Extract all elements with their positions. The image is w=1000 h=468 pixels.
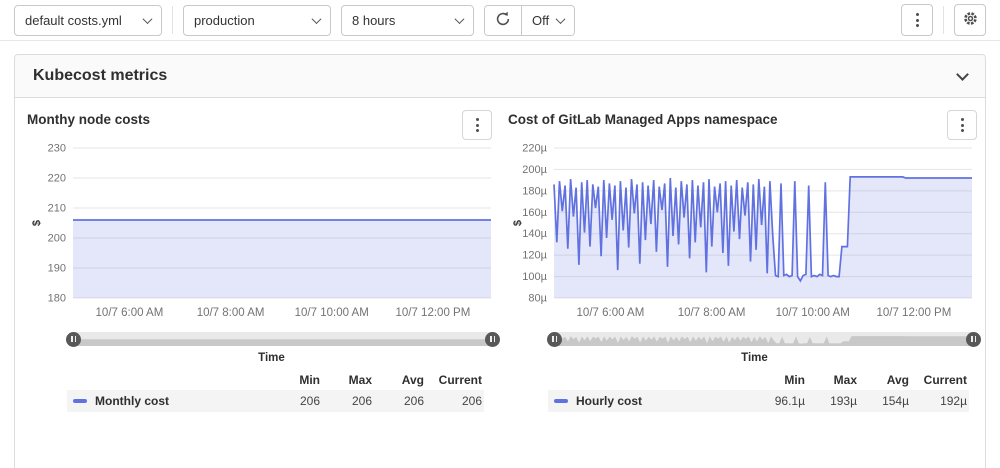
svg-text:$: $ — [512, 220, 524, 226]
series-color-swatch — [554, 399, 568, 403]
legend-col-header: Current — [909, 373, 969, 387]
toolbar-divider — [172, 6, 173, 34]
series-label: Monthly cost — [95, 394, 169, 408]
svg-text:10/7 6:00 AM: 10/7 6:00 AM — [96, 307, 164, 319]
svg-text:220: 220 — [48, 173, 66, 185]
legend-col-header: Max — [320, 373, 372, 387]
kebab-menu-icon — [961, 118, 964, 132]
gear-icon — [962, 10, 979, 30]
series-label: Hourly cost — [576, 394, 642, 408]
chart-title: Cost of GitLab Managed Apps namespace — [508, 110, 778, 127]
time-range-select-value: 8 hours — [352, 13, 395, 28]
chart-legend: MinMaxAvgCurrent Hourly cost 96.1µ193µ154µ… — [548, 370, 969, 412]
svg-text:10/7 6:00 AM: 10/7 6:00 AM — [577, 307, 645, 319]
managed-apps-cost-chart[interactable]: 220µ 200µ 180µ 160µ 140µ 120µ 100µ 80µ $10/7 6:0… — [508, 142, 978, 330]
svg-text:160µ: 160µ — [522, 207, 547, 219]
slider-handle-left[interactable] — [547, 332, 562, 347]
panel-group-body: Monthy node costs 230 220 210 200 190 180 $10/… — [15, 98, 985, 412]
legend-stat-value: 206 — [268, 394, 320, 408]
refresh-interval-value: Off — [532, 13, 549, 28]
chevron-down-icon — [956, 68, 969, 81]
legend-col-header: Min — [268, 373, 320, 387]
environment-select-value: production — [194, 13, 255, 28]
chart-legend: MinMaxAvgCurrentMonthly cost206206206206 — [67, 370, 484, 412]
kubecost-metrics-card: Kubecost metrics Monthy node costs 230 22… — [14, 54, 986, 468]
svg-text:140µ: 140µ — [522, 228, 547, 240]
svg-text:220µ: 220µ — [522, 143, 547, 155]
legend-series-row[interactable]: Hourly cost 96.1µ193µ154µ192µ — [548, 390, 969, 412]
legend-header-row: MinMaxAvgCurrent — [67, 370, 484, 390]
dashboard-select-value: default costs.yml — [25, 13, 122, 28]
slider-preview — [73, 332, 493, 346]
legend-stat-value: 193µ — [805, 394, 857, 408]
svg-text:120µ: 120µ — [522, 250, 547, 262]
svg-text:180µ: 180µ — [522, 185, 547, 197]
chart-more-button[interactable] — [947, 110, 977, 140]
filter-toolbar: default costs.yml production 8 hours Off — [0, 0, 1000, 41]
refresh-icon — [495, 11, 511, 30]
monthly-node-costs-chart[interactable]: 230 220 210 200 190 180 $10/7 6:00 AM 10/7 8:00… — [27, 142, 497, 330]
slider-handle-right[interactable] — [966, 332, 981, 347]
kebab-menu-icon — [476, 118, 479, 132]
settings-button[interactable] — [954, 4, 986, 36]
svg-text:190: 190 — [48, 263, 66, 275]
svg-text:10/7 12:00 PM: 10/7 12:00 PM — [395, 307, 470, 319]
svg-text:10/7 12:00 PM: 10/7 12:00 PM — [876, 307, 951, 319]
x-axis-label: Time — [51, 352, 492, 364]
refresh-interval-select[interactable]: Off — [522, 6, 574, 35]
series-color-swatch — [73, 399, 87, 403]
time-range-select[interactable]: 8 hours — [341, 5, 474, 36]
time-range-slider[interactable] — [73, 332, 493, 346]
environment-select[interactable]: production — [183, 5, 331, 36]
panel-managed-apps-cost: Cost of GitLab Managed Apps namespace 22… — [500, 98, 985, 412]
svg-text:10/7 8:00 AM: 10/7 8:00 AM — [678, 307, 746, 319]
chart-title: Monthy node costs — [27, 110, 150, 127]
svg-text:100µ: 100µ — [522, 271, 547, 283]
svg-text:200: 200 — [48, 233, 66, 245]
legend-col-header: Avg — [372, 373, 424, 387]
panel-monthly-node-costs: Monthy node costs 230 220 210 200 190 180 $10/… — [15, 98, 500, 412]
svg-text:230: 230 — [48, 143, 66, 155]
section-title: Kubecost metrics — [33, 67, 167, 85]
panel-group-header[interactable]: Kubecost metrics — [15, 55, 985, 98]
toolbar-divider — [943, 6, 944, 34]
legend-series-row[interactable]: Monthly cost206206206206 — [67, 390, 484, 412]
refresh-button[interactable] — [485, 6, 522, 35]
svg-text:10/7 10:00 AM: 10/7 10:00 AM — [295, 307, 369, 319]
svg-text:200µ: 200µ — [522, 164, 547, 176]
legend-col-header: Max — [805, 373, 857, 387]
legend-col-header: Avg — [857, 373, 909, 387]
legend-col-header: Current — [424, 373, 484, 387]
legend-stat-value: 154µ — [857, 394, 909, 408]
legend-col-header: Min — [753, 373, 805, 387]
svg-text:180: 180 — [48, 293, 66, 305]
legend-stat-value: 206 — [320, 394, 372, 408]
legend-stat-value: 192µ — [909, 394, 969, 408]
svg-text:10/7 8:00 AM: 10/7 8:00 AM — [197, 307, 265, 319]
x-axis-label: Time — [532, 352, 977, 364]
slider-handle-right[interactable] — [485, 332, 500, 347]
chevron-down-icon — [143, 14, 153, 24]
chevron-down-icon — [556, 14, 566, 24]
slider-preview — [554, 332, 974, 346]
svg-text:10/7 10:00 AM: 10/7 10:00 AM — [776, 307, 850, 319]
refresh-button-group: Off — [484, 5, 575, 36]
legend-stat-value: 206 — [372, 394, 424, 408]
legend-header-row: MinMaxAvgCurrent — [548, 370, 969, 390]
kebab-menu-icon — [916, 13, 919, 27]
time-range-slider[interactable] — [554, 332, 974, 346]
legend-stat-value: 96.1µ — [753, 394, 805, 408]
dashboard-actions-button[interactable] — [901, 4, 933, 36]
chevron-down-icon — [312, 14, 322, 24]
legend-stat-value: 206 — [424, 394, 484, 408]
slider-handle-left[interactable] — [66, 332, 81, 347]
dashboard-select[interactable]: default costs.yml — [14, 5, 162, 36]
svg-text:$: $ — [31, 220, 43, 226]
svg-text:210: 210 — [48, 203, 66, 215]
chart-more-button[interactable] — [462, 110, 492, 140]
chevron-down-icon — [455, 14, 465, 24]
svg-text:80µ: 80µ — [528, 293, 547, 305]
